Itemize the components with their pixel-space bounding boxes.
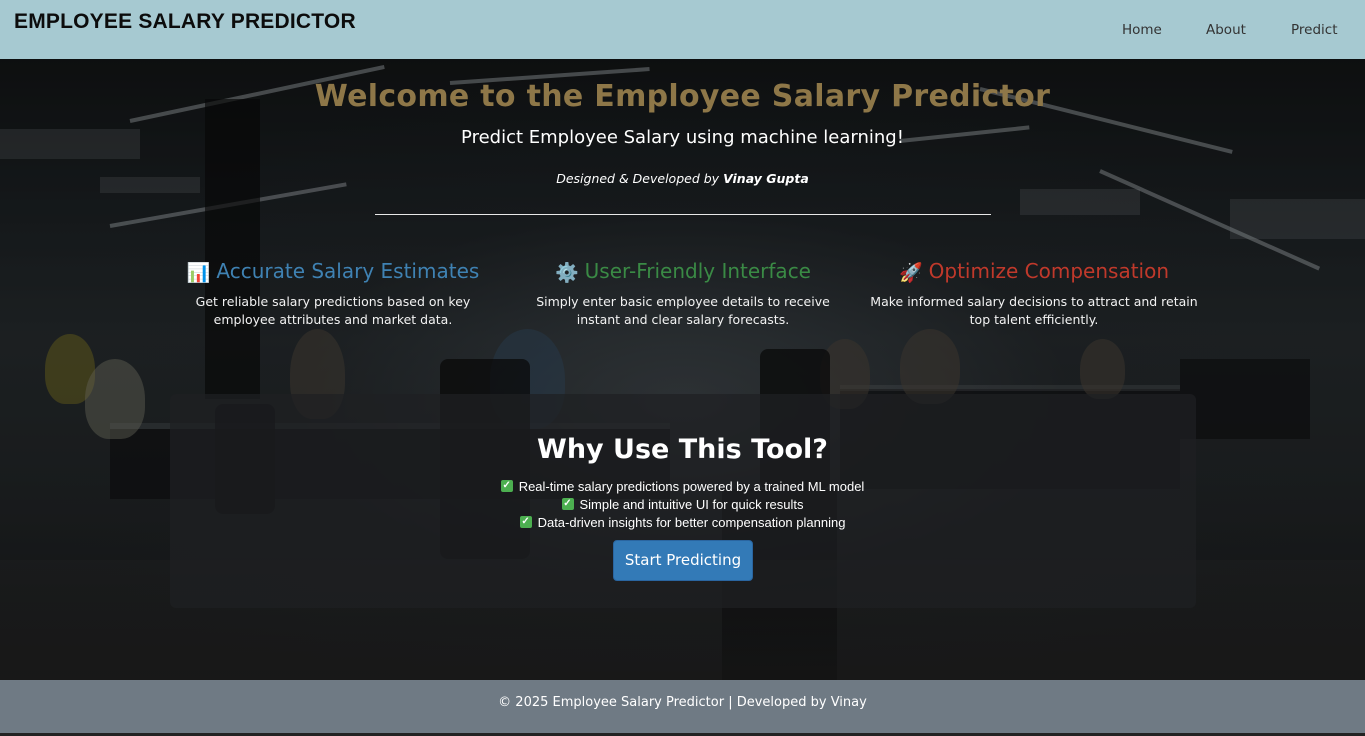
feature-accurate-estimates: 📊 Accurate Salary Estimates Get reliable …: [163, 259, 503, 329]
designer-credit: Designed & Developed by Vinay Gupta: [0, 171, 1365, 186]
list-item: ✓ Real-time salary predictions powered b…: [0, 477, 1365, 495]
feature-description: Make informed salary decisions to attrac…: [870, 294, 1198, 327]
footer: © 2025 Employee Salary Predictor | Devel…: [0, 680, 1365, 733]
welcome-heading: Welcome to the Employee Salary Predictor: [314, 79, 1051, 114]
feature-title: Optimize Compensation: [928, 259, 1170, 283]
hero-section: Welcome to the Employee Salary Predictor…: [0, 59, 1365, 680]
feature-description: Get reliable salary predictions based on…: [195, 294, 471, 327]
checkbox-icon: ✓: [519, 516, 532, 528]
bar-chart-icon: 📊: [186, 262, 211, 284]
nav-about-link[interactable]: About: [1206, 22, 1246, 38]
gear-icon: ⚙️: [555, 262, 579, 284]
feature-title: User-Friendly Interface: [584, 259, 811, 283]
benefit-text: Data-driven insights for better compensa…: [537, 514, 846, 530]
start-predicting-button[interactable]: Start Predicting: [613, 540, 753, 581]
credit-name: Vinay Gupta: [723, 171, 809, 186]
checkbox-icon: ✓: [500, 480, 513, 492]
rocket-icon: 🚀: [898, 262, 923, 284]
nav-home-link[interactable]: Home: [1122, 22, 1162, 38]
feature-optimize-compensation: 🚀 Optimize Compensation Make informed sal…: [864, 259, 1204, 329]
navbar: EMPLOYEE SALARY PREDICTOR Home About Pre…: [0, 0, 1365, 59]
brand-title[interactable]: EMPLOYEE SALARY PREDICTOR: [14, 10, 356, 34]
benefits-list: ✓ Real-time salary predictions powered b…: [0, 477, 1365, 531]
list-item: ✓ Data-driven insights for better compen…: [0, 513, 1365, 531]
checkbox-icon: ✓: [561, 498, 574, 510]
credit-prefix: Designed & Developed by: [556, 171, 720, 186]
feature-title: Accurate Salary Estimates: [216, 259, 480, 283]
section-divider: [375, 214, 991, 215]
feature-user-friendly: ⚙️ User-Friendly Interface Simply enter b…: [513, 259, 853, 329]
hero-subtitle: Predict Employee Salary using machine le…: [461, 127, 904, 148]
nav-predict-link[interactable]: Predict: [1291, 22, 1338, 38]
benefit-text: Real-time salary predictions powered by …: [518, 478, 865, 494]
benefit-text: Simple and intuitive UI for quick result…: [579, 496, 804, 512]
list-item: ✓ Simple and intuitive UI for quick resu…: [0, 495, 1365, 513]
why-heading: Why Use This Tool?: [537, 434, 828, 465]
feature-description: Simply enter basic employee details to r…: [536, 294, 830, 327]
footer-copyright: © 2025 Employee Salary Predictor | Devel…: [498, 695, 867, 710]
